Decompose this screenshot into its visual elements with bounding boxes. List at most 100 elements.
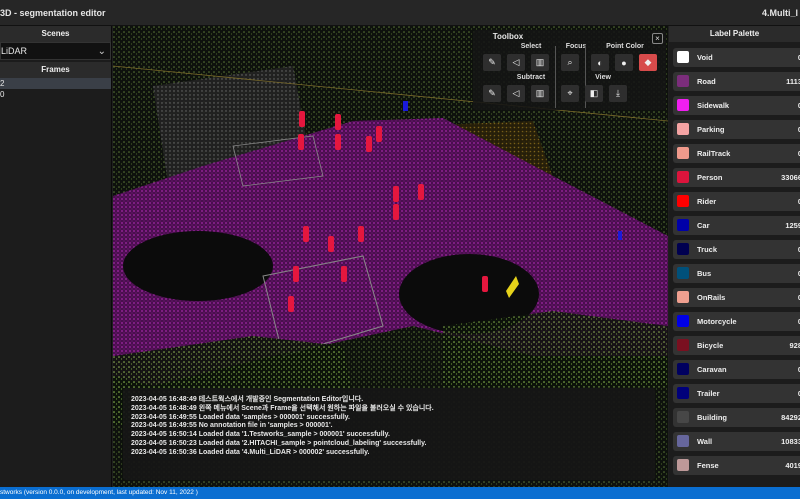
person-point-cluster [393,204,399,220]
label-item-onrails[interactable]: OnRails 0 [673,288,800,307]
person-point-cluster [288,296,294,312]
label-name: Car [697,221,710,230]
toolbox-panel: Toolbox × Select ✎ ◁ ▥ Subtract ✎ ◁ ▥ Fo… [473,30,666,110]
person-point-cluster [303,226,309,242]
person-point-cluster [393,186,399,202]
label-item-void[interactable]: Void 0 [673,48,800,67]
label-item-car[interactable]: Car 1259 [673,216,800,235]
label-item-wall[interactable]: Wall 10833 [673,432,800,451]
frame-item[interactable]: 0 [0,89,111,100]
toolbox-divider [555,46,556,108]
scene-select[interactable]: LiDAR ⌄ [0,42,111,60]
person-point-cluster [328,236,334,252]
label-item-person[interactable]: Person 33066 [673,168,800,187]
view-label: View [595,74,611,81]
label-item-bus[interactable]: Bus 0 [673,264,800,283]
status-text: stworks (version 0.0.0, on development, … [0,489,198,496]
point-color-label: Point Color [606,43,644,50]
label-color-swatch [677,75,689,87]
label-name: Person [697,173,723,182]
select-brush-icon[interactable]: ✎ [483,54,501,71]
label-item-truck[interactable]: Truck 0 [673,240,800,259]
person-point-cluster [366,136,372,152]
label-name: Caravan [697,365,727,374]
select-box-icon[interactable]: ▥ [531,54,549,71]
app-title: 3D - segmentation editor [0,8,106,18]
label-item-railtrack[interactable]: RailTrack 0 [673,144,800,163]
car-points [618,231,622,240]
frame-item[interactable]: 2 [0,78,111,89]
person-point-cluster [376,126,382,142]
label-palette-header: Label Palette [669,26,800,42]
select-lasso-icon[interactable]: ◁ [507,54,525,71]
label-item-trailer[interactable]: Trailer 0 [673,384,800,403]
person-point-cluster [335,134,341,150]
search-icon[interactable]: ⌕ [561,54,579,71]
label-color-swatch [677,315,689,327]
label-color-swatch [677,339,689,351]
label-color-swatch [677,459,689,471]
label-count: 10833 [781,437,800,446]
log-line: 2023-04-05 16:50:36 Loaded data '4.Multi… [131,448,370,456]
label-count: 1259 [785,221,800,230]
log-line: 2023-04-05 16:48:49 테스트웍스에서 개발중인 Segment… [131,396,364,403]
label-count: 928 [789,341,800,350]
label-item-bicycle[interactable]: Bicycle 928 [673,336,800,355]
label-item-building[interactable]: Building 84292 [673,408,800,427]
subtract-brush-icon[interactable]: ✎ [483,85,501,102]
label-name: Rider [697,197,717,206]
droplet-icon[interactable]: ● [615,54,633,71]
log-line: 2023-04-05 16:50:14 Loaded data '1.Testw… [131,431,390,439]
crosshair-icon[interactable]: ⌖ [561,85,579,102]
empty-area [123,231,273,301]
label-item-sidewalk[interactable]: Sidewalk 0 [673,96,800,115]
subtract-label: Subtract [516,74,546,81]
label-item-fense[interactable]: Fense 4019 [673,456,800,475]
label-name: OnRails [697,293,726,302]
person-point-cluster [358,226,364,242]
point-cloud-viewport[interactable]: Toolbox × Select ✎ ◁ ▥ Subtract ✎ ◁ ▥ Fo… [113,26,668,487]
log-line: 2023-04-05 16:49:55 Loaded data 'samples… [131,413,350,421]
scenes-header: Scenes [0,26,111,42]
person-point-cluster [418,184,424,200]
label-color-swatch [677,123,689,135]
label-name: Bicycle [697,341,724,350]
label-color-swatch [677,243,689,255]
log-console: 2023-04-05 16:48:49 테스트웍스에서 개발중인 Segment… [123,388,655,480]
label-item-road[interactable]: Road 1113 [673,72,800,91]
label-name: Void [697,53,713,62]
subtract-box-icon[interactable]: ▥ [531,85,549,102]
toolbox-title: Toolbox [492,32,524,41]
download-icon[interactable]: ⤓ [609,85,627,102]
frames-header: Frames [0,62,111,78]
person-point-cluster [298,134,304,150]
label-item-motorcycle[interactable]: Motorcycle 0 [673,312,800,331]
person-point-cluster [341,266,347,282]
label-color-swatch [677,171,689,183]
car-points [403,101,408,111]
label-color-swatch [677,291,689,303]
label-item-rider[interactable]: Rider 0 [673,192,800,211]
palette-icon[interactable]: ◐ [591,54,609,71]
label-item-parking[interactable]: Parking 0 [673,120,800,139]
subtract-lasso-icon[interactable]: ◁ [507,85,525,102]
label-name: Motorcycle [697,317,737,326]
label-color-swatch [677,219,689,231]
person-point-cluster [293,266,299,282]
label-name: Parking [697,125,725,134]
person-point-cluster [299,111,305,127]
tag-icon[interactable]: ◆ [639,54,657,71]
label-item-caravan[interactable]: Caravan 0 [673,360,800,379]
log-line: 2023-04-05 16:49:55 No annotation file i… [131,422,333,430]
label-name: Bus [697,269,712,278]
person-point-cluster [335,114,341,130]
label-count: 4019 [785,461,800,470]
label-name: Fense [697,461,719,470]
log-line: 2023-04-05 16:48:49 왼쪽 메뉴에서 Scene과 Frame… [131,404,434,412]
label-color-swatch [677,195,689,207]
left-panel: Scenes LiDAR ⌄ Frames 20 [0,26,112,487]
cube-icon[interactable]: ◧ [585,85,603,102]
label-color-swatch [677,267,689,279]
label-color-swatch [677,387,689,399]
label-name: RailTrack [697,149,731,158]
